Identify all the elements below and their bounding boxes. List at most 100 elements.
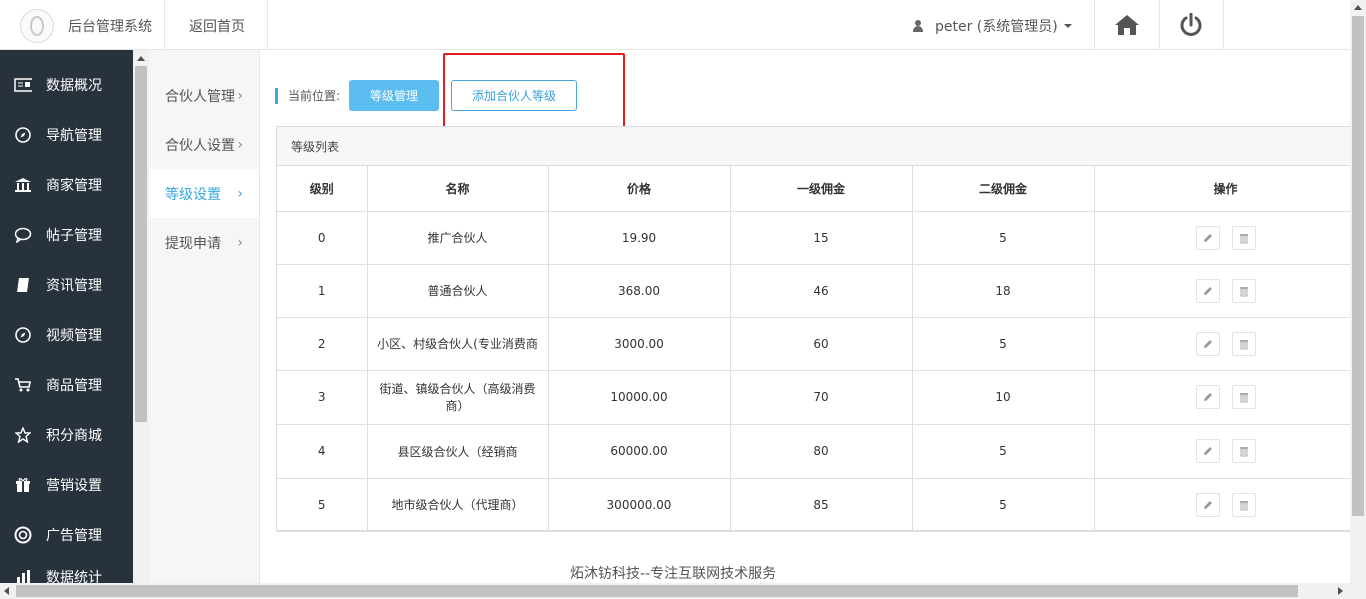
sidebar-item-products[interactable]: 商品管理 (0, 360, 133, 410)
footer-text: 炻沐钫科技--专注互联网技术服务 (570, 566, 777, 582)
delete-button[interactable] (1231, 385, 1256, 409)
bank-icon (14, 176, 32, 194)
sidebar-item-news[interactable]: 资讯管理 (0, 260, 133, 310)
subnav-item-partner-management[interactable]: 合伙人管理 › (149, 71, 259, 120)
user-icon (913, 20, 923, 32)
pencil-icon (1203, 500, 1212, 509)
breadcrumb-marker (275, 87, 278, 104)
star-icon (14, 426, 32, 444)
back-home-link[interactable]: 返回首页 (189, 16, 245, 36)
breadcrumb-label: 当前位置: (288, 89, 341, 103)
sidebar-item-merchants[interactable]: 商家管理 (0, 160, 133, 210)
horizontal-scroll-thumb[interactable] (16, 585, 1298, 597)
sidebar-item-dashboard[interactable]: 数据概况 (0, 60, 133, 110)
pencil-icon (1203, 393, 1212, 401)
price-cell: 3000.00 (548, 317, 731, 371)
column-header-name: 名称 (367, 166, 549, 212)
sidebar-item-points-mall[interactable]: 积分商城 (0, 410, 133, 460)
commission-1-cell: 80 (730, 424, 913, 479)
commission-1-cell: 15 (730, 211, 913, 265)
caret-down-icon (1063, 24, 1072, 28)
table-row: 0 推广合伙人 19.90 15 5 (277, 211, 1358, 265)
scroll-left-icon[interactable] (4, 587, 9, 595)
pencil-icon (1203, 286, 1212, 295)
pencil-icon (1203, 447, 1212, 455)
price-cell: 368.00 (548, 264, 731, 318)
pencil-icon (1203, 339, 1212, 348)
divider (164, 0, 165, 50)
delete-button[interactable] (1231, 225, 1256, 250)
chevron-right-icon: › (237, 234, 243, 251)
edit-button[interactable] (1195, 278, 1220, 303)
top-bar: 后台管理系统 返回首页 peter (系统管理员) (0, 0, 1350, 50)
actions-cell (1094, 317, 1358, 371)
sidebar-item-navigation[interactable]: 导航管理 (0, 110, 133, 160)
compass-icon (14, 126, 32, 144)
actions-cell (1094, 478, 1358, 532)
app-title: 后台管理系统 (68, 19, 152, 35)
chevron-right-icon: › (237, 87, 243, 104)
scroll-up-icon[interactable] (1354, 5, 1362, 10)
commission-1-cell: 46 (730, 264, 913, 318)
actions-cell (1094, 264, 1358, 318)
delete-button[interactable] (1231, 492, 1256, 517)
name-cell: 小区、村级合伙人(专业消费商 (367, 317, 549, 371)
column-header-commission-1: 一级佣金 (730, 166, 913, 212)
edit-button[interactable] (1195, 331, 1220, 356)
trash-icon (1239, 286, 1248, 296)
edit-button[interactable] (1195, 439, 1220, 463)
name-cell: 普通合伙人 (367, 264, 549, 318)
delete-button[interactable] (1231, 439, 1256, 463)
logout-button[interactable] (1159, 0, 1223, 50)
sub-navigation: 合伙人管理 › 合伙人设置 › 等级设置 › 提现申请 › (149, 50, 260, 583)
name-cell: 地市级合伙人（代理商） (367, 478, 549, 532)
commission-1-cell: 70 (730, 370, 913, 425)
commission-2-cell: 5 (912, 424, 1095, 479)
price-cell: 60000.00 (548, 424, 731, 479)
level-cell: 1 (277, 264, 368, 318)
home-button[interactable] (1095, 0, 1159, 50)
sidebar-scroll-thumb[interactable] (135, 66, 147, 422)
trash-icon (1239, 500, 1248, 510)
sidebar-item-videos[interactable]: 视频管理 (0, 310, 133, 360)
edit-button[interactable] (1195, 225, 1220, 250)
sidebar-item-marketing[interactable]: 营销设置 (0, 460, 133, 510)
table-row: 3 街道、镇级合伙人（高级消费商） 10000.00 70 10 (277, 370, 1358, 425)
user-menu[interactable]: peter (系统管理员) (913, 16, 1072, 36)
column-header-commission-2: 二级佣金 (912, 166, 1095, 212)
actions-cell (1094, 211, 1358, 265)
price-cell: 19.90 (548, 211, 731, 265)
subnav-item-level-settings[interactable]: 等级设置 › (149, 169, 259, 218)
cart-icon (14, 376, 32, 394)
book-icon (14, 276, 32, 294)
trash-icon (1239, 447, 1248, 457)
delete-button[interactable] (1231, 331, 1256, 356)
dashboard-icon (14, 76, 32, 94)
table-row: 5 地市级合伙人（代理商） 300000.00 85 5 (277, 478, 1358, 532)
subnav-item-partner-settings[interactable]: 合伙人设置 › (149, 120, 259, 169)
user-label: peter (系统管理员) (935, 19, 1058, 35)
level-table: 级别 名称 价格 一级佣金 二级佣金 操作 0 推广合伙人 19.90 15 5 1 普通合… (277, 166, 1358, 532)
level-cell: 5 (277, 478, 368, 532)
edit-button[interactable] (1195, 492, 1220, 517)
trash-icon (1239, 393, 1248, 403)
scroll-right-icon[interactable] (1338, 587, 1343, 595)
logo[interactable] (20, 9, 54, 43)
level-management-button[interactable]: 等级管理 (349, 80, 440, 111)
delete-button[interactable] (1231, 278, 1256, 303)
chevron-right-icon: › (237, 185, 243, 202)
home-icon (1115, 15, 1139, 35)
name-cell: 县区级合伙人（经销商 (367, 424, 549, 479)
table-header-row: 级别 名称 价格 一级佣金 二级佣金 操作 (277, 166, 1358, 212)
edit-button[interactable] (1195, 385, 1220, 409)
subnav-item-withdrawal[interactable]: 提现申请 › (149, 218, 259, 267)
level-cell: 0 (277, 211, 368, 265)
vertical-scroll-thumb[interactable] (1352, 16, 1364, 516)
sidebar-item-posts[interactable]: 帖子管理 (0, 210, 133, 260)
scroll-up-icon[interactable] (137, 56, 145, 61)
power-icon (1180, 13, 1202, 36)
level-cell: 4 (277, 424, 368, 479)
level-cell: 2 (277, 317, 368, 371)
trash-icon (1239, 233, 1248, 243)
column-header-price: 价格 (548, 166, 731, 212)
